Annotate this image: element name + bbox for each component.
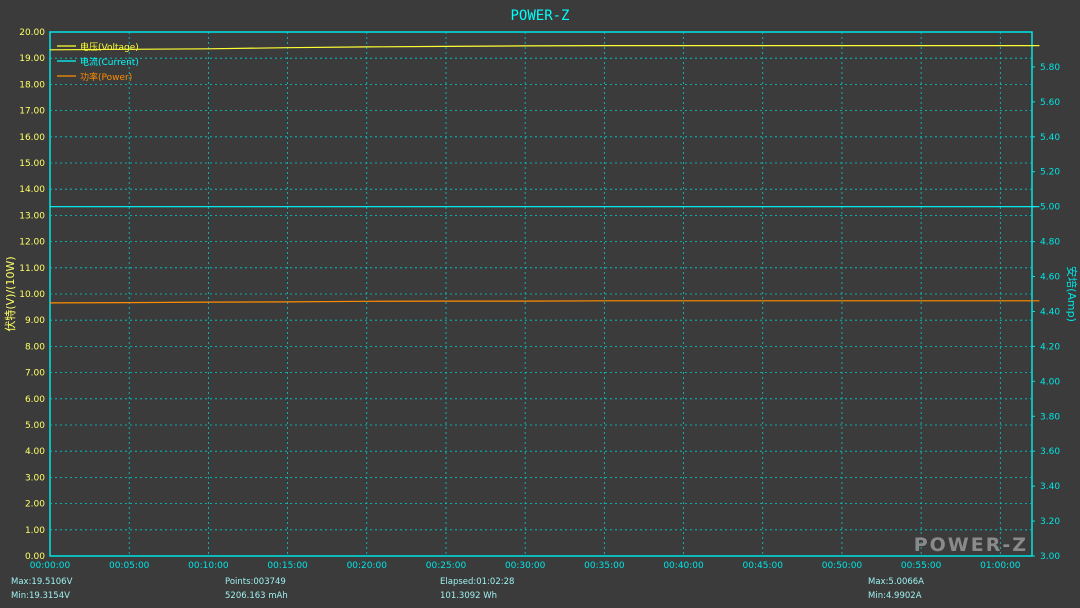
legend-label-voltage: 电压(Voltage) [80,41,139,53]
x-tick-label: 00:25:00 [426,561,467,571]
y-left-tick-label: 4.00 [25,447,45,457]
y-right-tick-label: 4.40 [1040,307,1060,317]
y-left-axis-title: 伏特(V)/(10W) [3,256,17,331]
min-current-stat: Min:4.9902A [868,591,922,601]
elapsed-stat: Elapsed:01:02:28 [440,577,515,587]
energy-stat: 101.3092 Wh [440,591,498,601]
y-right-tick-label: 3.20 [1040,517,1060,527]
power-z-watermark: POWER-Z [914,534,1028,556]
y-left-tick-label: 11.00 [19,264,45,274]
x-tick-label: 00:35:00 [584,561,625,571]
max-current-stat: Max:5.0066A [868,577,924,587]
power-series-line [49,300,1040,304]
y-left-tick-label: 14.00 [19,185,45,195]
x-tick-label: 01:00:00 [980,561,1021,571]
x-tick-label: 00:15:00 [267,561,308,571]
y-left-tick-label: 5.00 [25,421,45,431]
y-right-tick-label: 4.60 [1040,273,1060,283]
y-right-tick-label: 3.80 [1040,412,1060,422]
min-voltage-stat: Min:19.3154V [11,591,70,601]
x-tick-label: 00:55:00 [901,561,942,571]
y-right-tick-label: 5.40 [1040,133,1060,143]
y-right-tick-label: 5.20 [1040,168,1060,178]
y-right-tick-label: 5.00 [1040,203,1060,213]
y-right-tick-label: 3.40 [1040,482,1060,492]
chart-title: POWER-Z [510,8,569,24]
y-left-tick-label: 3.00 [25,473,45,483]
y-left-tick-label: 15.00 [19,159,45,169]
y-right-axis-title: 安培(Amp) [1065,266,1079,322]
y-left-tick-label: 20.00 [19,28,45,38]
legend-label-power: 功率(Power) [80,71,132,83]
y-right-tick-label: 3.00 [1040,552,1060,562]
y-left-tick-label: 16.00 [19,133,45,143]
x-tick-label: 00:05:00 [109,561,150,571]
x-tick-label: 00:45:00 [743,561,784,571]
y-left-tick-label: 8.00 [25,342,45,352]
max-voltage-stat: Max:19.5106V [11,577,73,587]
y-right-tick-label: 4.20 [1040,342,1060,352]
y-left-tick-label: 18.00 [19,80,45,90]
points-stat: Points:003749 [225,577,286,587]
capacity-stat: 5206.163 mAh [225,591,288,601]
power-z-chart: POWER-Z0.001.002.003.004.005.006.007.008… [3,8,1079,571]
y-left-tick-label: 19.00 [19,54,45,64]
x-tick-label: 00:20:00 [347,561,388,571]
x-tick-label: 00:40:00 [663,561,704,571]
y-left-tick-label: 9.00 [25,316,45,326]
y-left-tick-label: 1.00 [25,526,45,536]
y-left-tick-label: 10.00 [19,290,45,300]
y-left-tick-label: 2.00 [25,500,45,510]
y-left-tick-label: 6.00 [25,395,45,405]
y-left-tick-label: 12.00 [19,238,45,248]
legend-label-current: 电流(Current) [80,56,139,68]
y-right-tick-label: 4.80 [1040,238,1060,248]
x-tick-label: 00:10:00 [188,561,229,571]
x-tick-label: 00:30:00 [505,561,546,571]
y-right-tick-label: 4.00 [1040,377,1060,387]
y-right-tick-label: 5.60 [1040,98,1060,108]
x-tick-label: 00:50:00 [822,561,863,571]
y-right-tick-label: 3.60 [1040,447,1060,457]
x-tick-label: 00:00:00 [30,561,71,571]
voltage-series-line [49,44,1040,51]
y-right-tick-label: 5.80 [1040,63,1060,73]
y-left-tick-label: 13.00 [19,211,45,221]
y-left-tick-label: 17.00 [19,107,45,117]
y-left-tick-label: 7.00 [25,369,45,379]
